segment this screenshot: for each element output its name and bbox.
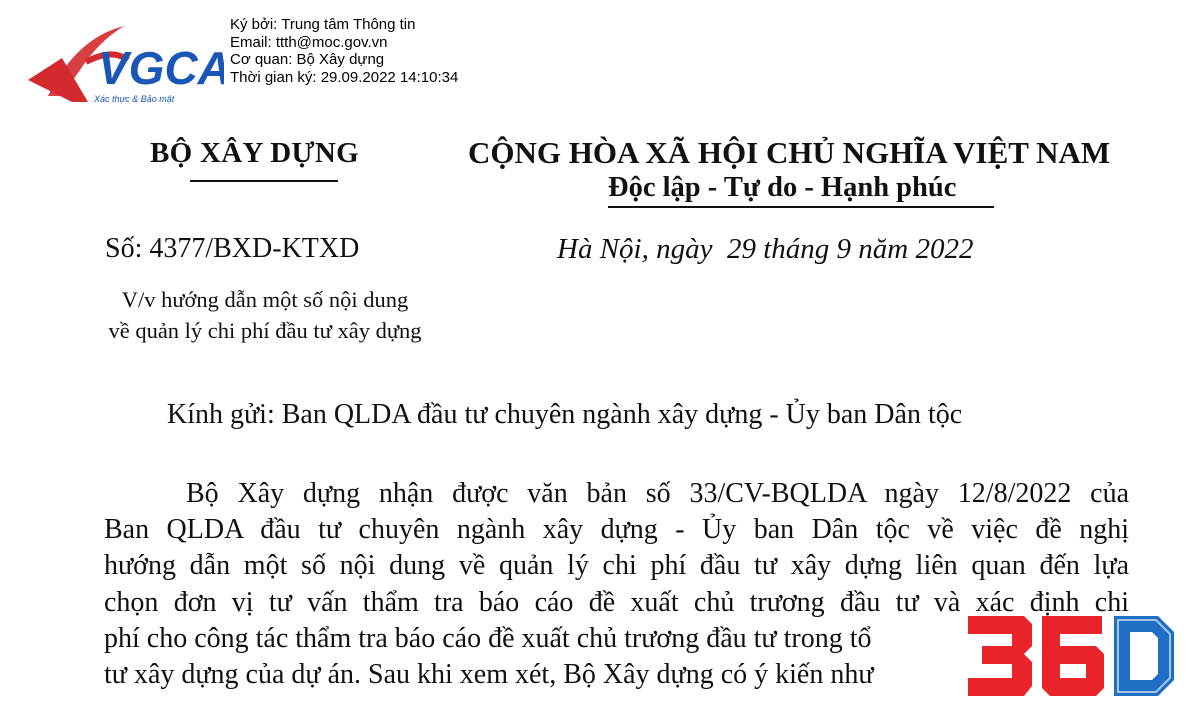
signer-agency: Cơ quan: Bộ Xây dựng (230, 51, 385, 68)
recipient: Kính gửi: Ban QLDA đầu tư chuyên ngành x… (167, 399, 963, 430)
logo-tagline: Xác thực & Bảo mật (93, 94, 175, 104)
signature-info: Ký bởi: Trung tâm Thông tin Email: ttth@… (230, 16, 458, 86)
logo-text: VGCA (98, 42, 224, 94)
place-date: Hà Nội, ngày 29 tháng 9 năm 2022 (557, 233, 974, 265)
body-line: Ban QLDA đầu tư chuyên ngành xây dựng - … (104, 514, 1129, 546)
document-subject: V/v hướng dẫn một số nội dung về quản lý… (82, 284, 448, 346)
national-motto: Độc lập - Tự do - Hạnh phúc (608, 172, 957, 203)
body-line: Bộ Xây dựng nhận được văn bản số 33/CV-B… (186, 478, 1129, 509)
motto-underline (608, 206, 994, 208)
agency-name: BỘ XÂY DỰNG (150, 137, 359, 169)
watermark-360-logo: 360 (962, 606, 1174, 696)
agency-underline (190, 180, 338, 182)
signed-by: Ký bởi: Trung tâm Thông tin (230, 16, 416, 33)
subject-line: về quản lý chi phí đầu tư xây dựng (108, 318, 422, 343)
signer-email: Email: ttth@moc.gov.vn (230, 33, 388, 51)
document-number: Số: 4377/BXD-KTXD (105, 233, 360, 264)
signed-time: Thời gian ký: 29.09.2022 14:10:34 (230, 68, 459, 86)
watermark-text: 360 (962, 606, 964, 607)
subject-line: V/v hướng dẫn một số nội dung (121, 287, 409, 312)
nation-title: CỘNG HÒA XÃ HỘI CHỦ NGHĨA VIỆT NAM (468, 135, 1111, 170)
body-line: hướng dẫn một số nội dung về quản lý chi… (104, 550, 1129, 582)
vgca-logo: VGCA Xác thực & Bảo mật (28, 26, 224, 104)
